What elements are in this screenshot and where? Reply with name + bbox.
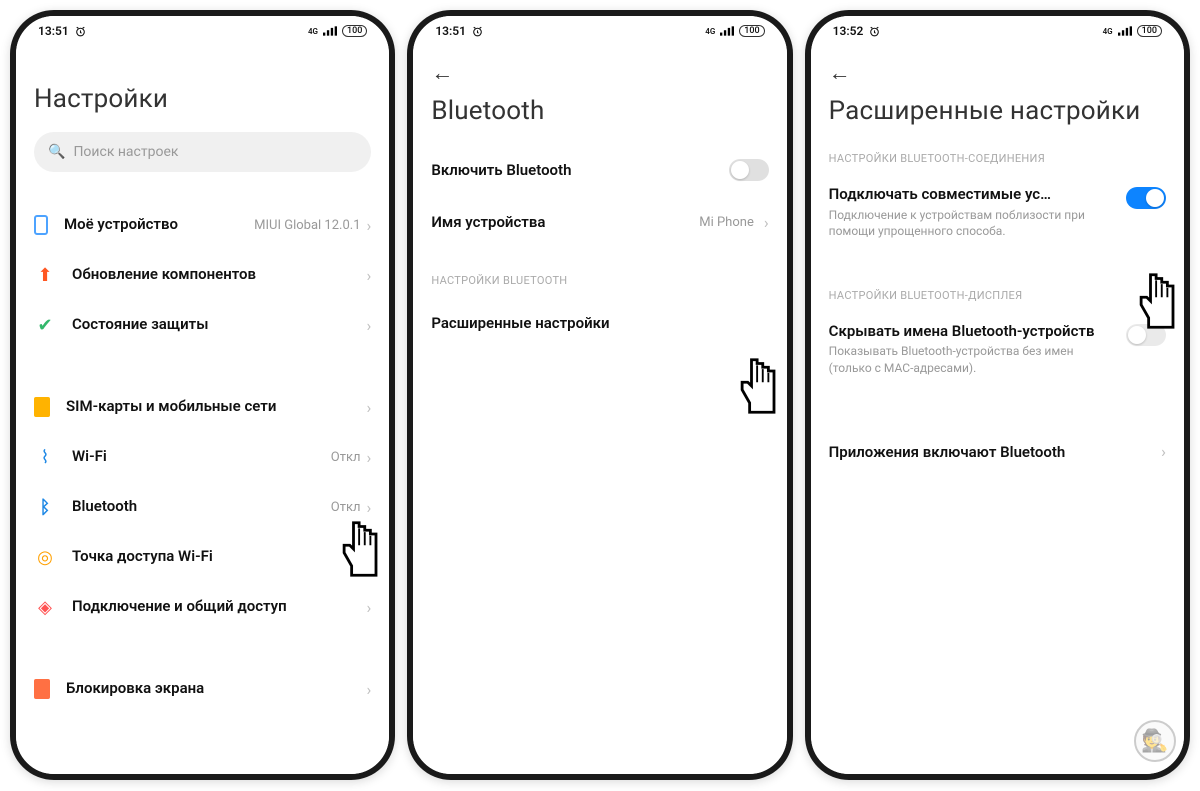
- section-header: НАСТРОЙКИ BLUETOOTH-ДИСПЛЕЯ: [829, 289, 1166, 302]
- chevron-right-icon: ›: [764, 213, 769, 232]
- status-time: 13:52: [833, 24, 864, 38]
- row-sim[interactable]: SIM-карты и мобильные сети ›: [34, 382, 371, 432]
- signal-icon: [1118, 26, 1132, 36]
- row-update[interactable]: ⬆ Обновление компонентов ›: [34, 250, 371, 300]
- row-bluetooth[interactable]: ᛒ Bluetooth Откл ›: [34, 482, 371, 532]
- row-enable-bluetooth[interactable]: Включить Bluetooth: [431, 144, 768, 196]
- row-hotspot[interactable]: ◎ Точка доступа Wi-Fi ›: [34, 532, 371, 582]
- row-lockscreen[interactable]: Блокировка экрана ›: [34, 664, 371, 714]
- row-hide-names[interactable]: Скрывать имена Bluetooth-устройств Показ…: [829, 312, 1166, 386]
- watermark-icon: 🕵: [1134, 720, 1176, 762]
- chevron-right-icon: ›: [367, 548, 372, 567]
- signal-icon: [720, 26, 734, 36]
- signal-label: 4G: [308, 27, 318, 36]
- chevron-right-icon: ›: [367, 498, 372, 517]
- bluetooth-icon: ᛒ: [34, 496, 56, 518]
- phone-settings: 13:51 4G 100 Настройки 🔍 Поиск настроек …: [10, 10, 395, 780]
- compatible-toggle[interactable]: [1126, 187, 1166, 209]
- row-connect-compatible[interactable]: Подключать совместимые ус… Подключение к…: [829, 175, 1166, 249]
- page-title: Bluetooth: [431, 96, 768, 126]
- alarm-icon: [868, 25, 881, 38]
- back-button[interactable]: ←: [431, 46, 453, 86]
- chevron-right-icon: ›: [367, 216, 372, 235]
- row-apps-bluetooth[interactable]: Приложения включают Bluetooth ›: [829, 426, 1166, 478]
- signal-icon: [323, 26, 337, 36]
- device-name-value: Mi Phone: [699, 215, 754, 230]
- row-device-name[interactable]: Имя устройства Mi Phone ›: [431, 196, 768, 248]
- shield-icon: ✔: [34, 314, 56, 336]
- bluetooth-toggle[interactable]: [729, 159, 769, 181]
- back-button[interactable]: ←: [829, 46, 851, 86]
- chevron-right-icon: ›: [367, 316, 372, 335]
- page-title: Настройки: [34, 84, 371, 114]
- battery-icon: 100: [739, 25, 764, 37]
- search-input[interactable]: 🔍 Поиск настроек: [34, 132, 371, 172]
- statusbar: 13:51 4G 100: [16, 16, 389, 46]
- update-icon: ⬆: [34, 264, 56, 286]
- row-advanced-settings[interactable]: Расширенные настройки: [431, 297, 768, 349]
- row-share[interactable]: ◈ Подключение и общий доступ ›: [34, 582, 371, 632]
- section-header: НАСТРОЙКИ BLUETOOTH-СОЕДИНЕНИЯ: [829, 152, 1166, 165]
- search-placeholder: Поиск настроек: [73, 144, 178, 160]
- share-icon: ◈: [34, 596, 56, 618]
- wifi-icon: ⌇: [34, 446, 56, 468]
- signal-label: 4G: [1103, 27, 1113, 36]
- alarm-icon: [74, 25, 87, 38]
- hide-names-toggle[interactable]: [1126, 324, 1166, 346]
- chevron-right-icon: ›: [367, 398, 372, 417]
- row-my-device[interactable]: Моё устройство MIUI Global 12.0.1 ›: [34, 200, 371, 250]
- chevron-right-icon: ›: [367, 266, 372, 285]
- chevron-right-icon: ›: [367, 448, 372, 467]
- device-icon: [34, 215, 48, 235]
- alarm-icon: [471, 25, 484, 38]
- phone-advanced: 13:52 4G 100 ← Расширенные настройки НАС…: [805, 10, 1190, 780]
- status-time: 13:51: [38, 24, 69, 38]
- statusbar: 13:51 4G 100: [413, 16, 786, 46]
- row-security[interactable]: ✔ Состояние защиты ›: [34, 300, 371, 350]
- battery-icon: 100: [1137, 25, 1162, 37]
- chevron-right-icon: ›: [367, 680, 372, 699]
- page-title: Расширенные настройки: [829, 96, 1166, 126]
- chevron-right-icon: ›: [367, 598, 372, 617]
- phone-bluetooth: 13:51 4G 100 ← Bluetooth Включить Blueto…: [407, 10, 792, 780]
- hotspot-icon: ◎: [34, 546, 56, 568]
- search-icon: 🔍: [48, 144, 65, 160]
- section-header: НАСТРОЙКИ BLUETOOTH: [431, 274, 768, 287]
- sim-icon: [34, 397, 50, 417]
- chevron-right-icon: ›: [1161, 442, 1166, 461]
- row-wifi[interactable]: ⌇ Wi-Fi Откл ›: [34, 432, 371, 482]
- battery-icon: 100: [342, 25, 367, 37]
- signal-label: 4G: [705, 27, 715, 36]
- statusbar: 13:52 4G 100: [811, 16, 1184, 46]
- lock-icon: [34, 679, 50, 699]
- status-time: 13:51: [435, 24, 466, 38]
